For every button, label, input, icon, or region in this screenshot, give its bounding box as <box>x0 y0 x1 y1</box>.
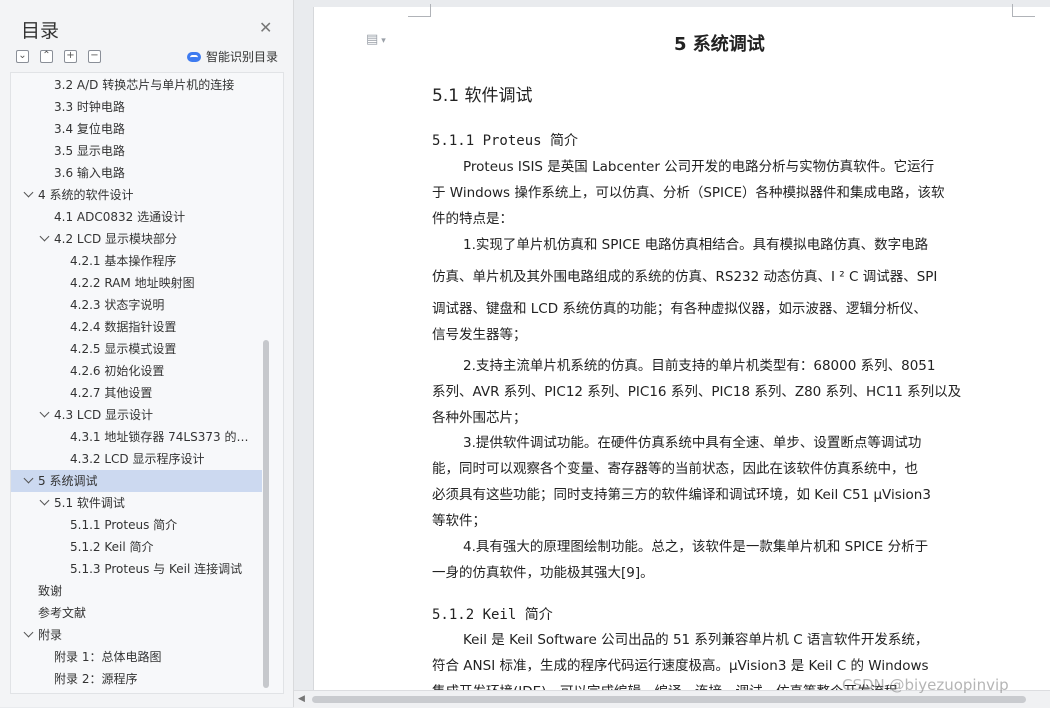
paragraph: 1.实现了单片机仿真和 SPICE 电路仿真相结合。具有模拟电路仿真、数字电路 … <box>432 232 1012 348</box>
expand-all-button[interactable]: ⌃ <box>40 50 53 63</box>
chevron-down-icon[interactable] <box>23 187 34 198</box>
chevron-down-icon[interactable] <box>39 495 50 506</box>
text-line: 1.实现了单片机仿真和 SPICE 电路仿真相结合。具有模拟电路仿真、数字电路 <box>463 237 929 253</box>
toc-item[interactable]: 4.2.3 状态字说明 <box>70 294 270 316</box>
remove-heading-button[interactable]: − <box>88 50 101 63</box>
margin-mark <box>1012 4 1035 17</box>
text-line: 4.具有强大的原理图绘制功能。总之，该软件是一款集单片机和 SPICE 分析于 <box>463 539 929 555</box>
text-line: 2.支持主流单片机系统的仿真。目前支持的单片机类型有：68000 系列、8051 <box>463 358 936 374</box>
text-line: 调试器、键盘和 LCD 系统仿真的功能；有各种虚拟仪器，如示波器、逻辑分析仪、 <box>432 301 927 317</box>
toc-item[interactable]: 5.1.3 Proteus 与 Keil 连接调试 <box>70 558 260 580</box>
toc-scrollbar[interactable] <box>263 340 269 688</box>
text-line: 系列、AVR 系列、PIC12 系列、PIC16 系列、PIC18 系列、Z80… <box>432 384 962 400</box>
toc-item[interactable]: 5.1.2 Keil 简介 <box>70 536 260 558</box>
paragraph: 2.支持主流单片机系统的仿真。目前支持的单片机类型有：68000 系列、8051… <box>432 353 1012 431</box>
toc-item[interactable]: 3.3 时钟电路 <box>54 96 282 118</box>
text-line: 仿真、单片机及其外围电路组成的系统的仿真、RS232 动态仿真、I ² C 调试… <box>432 269 938 285</box>
smart-toc-label: 智能识别目录 <box>206 50 279 64</box>
close-icon[interactable]: ✕ <box>259 18 272 37</box>
text-line: 一身的仿真软件，功能极其强大[9]。 <box>432 565 654 581</box>
toc-item[interactable]: 4.3.2 LCD 显示程序设计 <box>70 448 260 470</box>
scroll-left-icon[interactable]: ◀ <box>298 694 305 704</box>
toc-item[interactable]: 4.2.1 基本操作程序 <box>70 250 270 272</box>
text-line: 信号发生器等； <box>432 327 527 343</box>
smart-toc-button[interactable]: 智能识别目录 <box>187 48 278 65</box>
toc-item[interactable]: 4.2.2 RAM 地址映射图 <box>70 272 270 294</box>
text-line: 必须具有这些功能；同时支持第三方的软件编译和调试环境，如 Keil C51 μV… <box>432 487 931 503</box>
paragraph: 4.具有强大的原理图绘制功能。总之，该软件是一款集单片机和 SPICE 分析于 … <box>432 534 1012 586</box>
toc-item[interactable]: 附录 <box>38 624 258 646</box>
margin-mark <box>408 4 431 17</box>
toc-item[interactable]: 4.2.7 其他设置 <box>70 382 270 404</box>
toc-item[interactable]: 致谢 <box>38 580 258 602</box>
section-heading: 5.1 软件调试 <box>432 86 533 106</box>
chevron-down-icon[interactable] <box>23 627 34 638</box>
toc-sidebar: 目录 ✕ ⌄ ⌃ + − 智能识别目录 3.2 A/D 转换芯片与单片机的连接 … <box>0 0 294 707</box>
document-icon[interactable]: ▤ <box>366 32 386 47</box>
toc-item[interactable]: 4.2.6 初始化设置 <box>70 360 270 382</box>
toc-item[interactable]: 参考文献 <box>38 602 258 624</box>
text-line: 3.提供软件调试功能。在硬件仿真系统中具有全速、单步、设置断点等调试功 <box>463 435 922 451</box>
document-page[interactable] <box>313 7 1050 690</box>
toc-item[interactable]: 5.1 软件调试 <box>54 492 264 514</box>
text-line: 于 Windows 操作系统上，可以仿真、分析（SPICE）各种模拟器件和集成电… <box>432 185 945 201</box>
text-line: 件的特点是： <box>432 211 513 227</box>
chevron-down-icon[interactable] <box>39 231 50 242</box>
toc-item[interactable]: 5 系统调试 <box>38 470 258 492</box>
toc-item[interactable]: 3.4 复位电路 <box>54 118 282 140</box>
text-line: 等软件； <box>432 513 486 529</box>
text-line: Proteus ISIS 是英国 Labcenter 公司开发的电路分析与实物仿… <box>463 159 935 175</box>
paragraph: 3.提供软件调试功能。在硬件仿真系统中具有全速、单步、设置断点等调试功 能，同时… <box>432 430 1012 534</box>
toc-item[interactable]: 4.2.4 数据指针设置 <box>70 316 270 338</box>
add-heading-button[interactable]: + <box>64 50 77 63</box>
toc-item[interactable]: 3.2 A/D 转换芯片与单片机的连接 <box>54 74 282 96</box>
text-line: Keil 是 Keil Software 公司出品的 51 系列兼容单片机 C … <box>463 632 929 648</box>
toc-item[interactable]: 4.3.1 地址锁存器 74LS373 的设… <box>70 426 260 448</box>
collapse-all-button[interactable]: ⌄ <box>16 50 29 63</box>
text-line: 能，同时可以观察各个变量、寄存器等的当前状态，因此在该软件仿真系统中，也 <box>432 461 918 477</box>
scrollbar-thumb[interactable] <box>312 696 1026 703</box>
toc-title: 目录 <box>21 20 60 42</box>
toc-item[interactable]: 4 系统的软件设计 <box>38 184 282 206</box>
text-line: 各种外围芯片； <box>432 410 527 426</box>
toc-item[interactable]: 5.1.1 Proteus 简介 <box>70 514 260 536</box>
toc-item[interactable]: 4.1 ADC0832 选通设计 <box>54 206 282 228</box>
toc-item[interactable]: 4.3 LCD 显示设计 <box>54 404 270 426</box>
chevron-down-icon[interactable] <box>39 407 50 418</box>
ai-cloud-icon <box>187 51 201 62</box>
toc-tree: 3.2 A/D 转换芯片与单片机的连接 3.3 时钟电路 3.4 复位电路 3.… <box>10 72 284 694</box>
toc-item[interactable]: 附录 1：总体电路图 <box>54 646 264 668</box>
toc-item[interactable]: 4.2.5 显示模式设置 <box>70 338 270 360</box>
subsection-heading: 5.1.1 Proteus 简介 <box>432 133 579 149</box>
toc-item[interactable]: 3.5 显示电路 <box>54 140 282 162</box>
watermark: CSDN @biyezuopinvip <box>842 676 1009 694</box>
toc-item[interactable]: 4.2 LCD 显示模块部分 <box>54 228 282 250</box>
chapter-heading: 5 系统调试 <box>674 34 765 55</box>
toc-item[interactable]: 3.6 输入电路 <box>54 162 282 184</box>
toc-item[interactable]: 附录 2：源程序 <box>54 668 264 690</box>
paragraph: Proteus ISIS 是英国 Labcenter 公司开发的电路分析与实物仿… <box>432 154 1012 232</box>
subsection-heading: 5.1.2 Keil 简介 <box>432 607 553 623</box>
